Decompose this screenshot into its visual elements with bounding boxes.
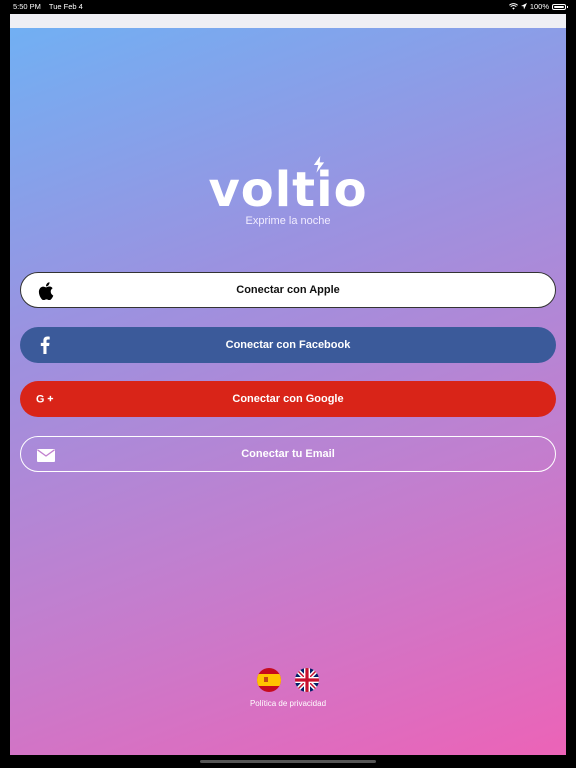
status-time: 5:50 PM [13, 2, 41, 11]
home-indicator[interactable] [200, 760, 376, 763]
google-login-button[interactable]: G Conectar con Google [20, 381, 556, 417]
apple-icon [37, 282, 55, 300]
logo-text: voltio [208, 162, 368, 218]
spain-flag-icon[interactable] [257, 668, 281, 692]
wifi-icon [508, 3, 518, 10]
google-plus-icon: G [36, 390, 54, 408]
email-login-label: Conectar tu Email [241, 448, 335, 460]
nav-strip [10, 14, 566, 28]
language-selector [10, 668, 566, 692]
svg-text:G: G [36, 394, 44, 406]
email-login-button[interactable]: Conectar tu Email [20, 436, 556, 472]
app-screen: voltio Exprime la noche Conectar con App… [10, 14, 566, 755]
tagline: Exprime la noche [245, 215, 331, 227]
battery-icon [552, 3, 568, 10]
status-date: Tue Feb 4 [48, 2, 83, 11]
privacy-policy-link[interactable]: Política de privacidad [10, 699, 566, 708]
facebook-icon [36, 336, 54, 354]
uk-flag-icon[interactable] [295, 668, 319, 692]
battery-percent: 100% [529, 2, 549, 11]
app-logo: voltio [10, 156, 566, 218]
apple-login-button[interactable]: Conectar con Apple [20, 272, 556, 308]
location-icon [520, 3, 527, 10]
status-bar: 5:50 PM Tue Feb 4 100% [0, 0, 576, 14]
google-login-label: Conectar con Google [232, 393, 344, 405]
mail-icon [37, 446, 55, 464]
facebook-login-button[interactable]: Conectar con Facebook [20, 327, 556, 363]
apple-login-label: Conectar con Apple [236, 284, 340, 296]
facebook-login-label: Conectar con Facebook [225, 339, 351, 351]
bolt-icon [313, 156, 325, 173]
